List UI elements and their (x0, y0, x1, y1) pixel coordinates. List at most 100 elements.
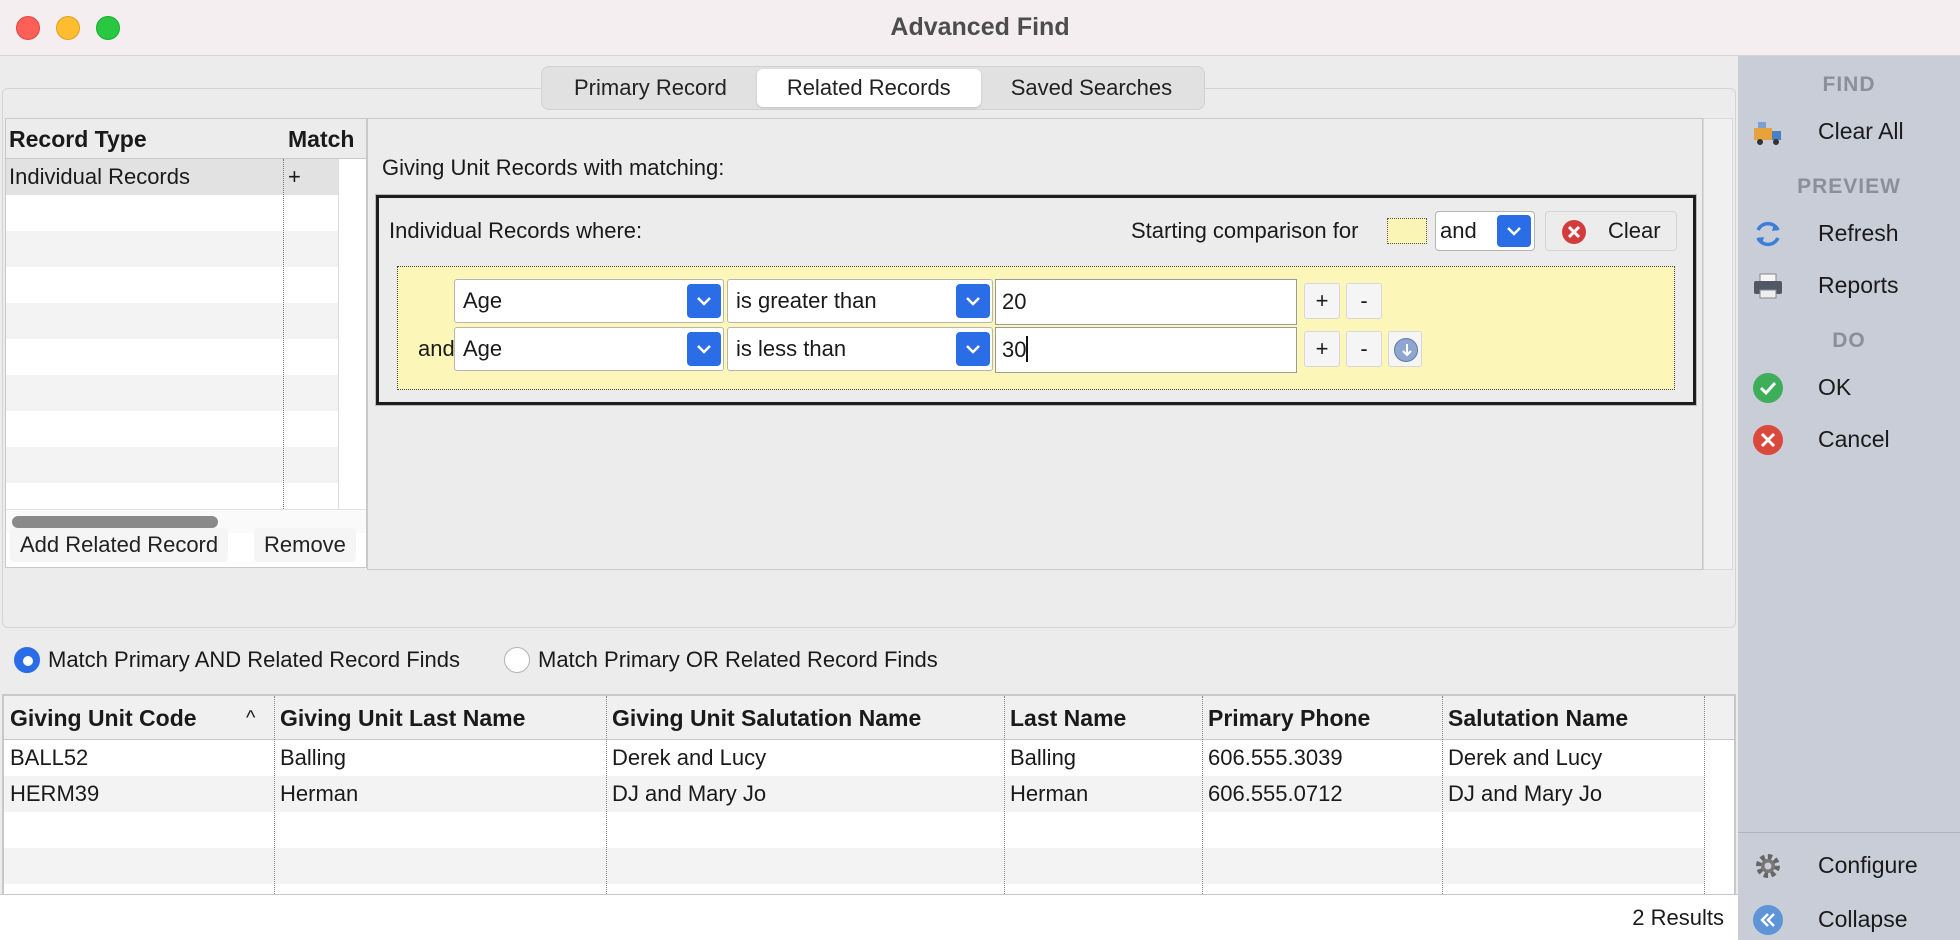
condition-row: and Age is less than 30 + - (398, 327, 1676, 373)
cell: 606.555.3039 (1208, 745, 1343, 770)
do-heading: DO (1832, 329, 1866, 352)
cell: DJ and Mary Jo (612, 781, 767, 806)
column-header[interactable]: Giving Unit Last Name (280, 696, 525, 740)
cell: Derek and Lucy (1448, 745, 1603, 770)
chevron-down-icon[interactable] (1497, 215, 1531, 247)
value-text: 30 (1002, 337, 1027, 362)
criteria-area: Giving Unit Records with matching: Indiv… (367, 118, 1703, 570)
record-match-toggle[interactable]: + (288, 159, 301, 195)
action-sidebar: FIND Clear All PREVIEW Refresh Reports D… (1738, 56, 1960, 940)
match-column-header[interactable]: Match (288, 119, 354, 159)
ok-button[interactable]: OK (1752, 366, 1952, 408)
operator-select[interactable]: is greater than (727, 279, 993, 323)
preview-heading: PREVIEW (1797, 175, 1901, 198)
match-and-radio[interactable]: Match Primary AND Related Record Finds (14, 644, 460, 676)
add-condition-button[interactable]: + (1304, 331, 1340, 367)
empty-row (6, 303, 338, 339)
tab-related-records[interactable]: Related Records (756, 69, 981, 107)
record-type-name: Individual Records (9, 164, 190, 189)
record-type-row[interactable]: Individual Records + (6, 159, 338, 195)
chevron-down-icon[interactable] (956, 284, 990, 318)
configure-label: Configure (1818, 852, 1918, 878)
column-header[interactable]: Primary Phone (1208, 696, 1370, 740)
add-condition-button[interactable]: + (1304, 283, 1340, 319)
vertical-scrollbar[interactable] (1703, 118, 1733, 570)
operator-select[interactable]: is less than (727, 327, 993, 371)
text-caret (1026, 336, 1029, 363)
cancel-label: Cancel (1818, 426, 1890, 452)
results-count: 2 Results (1632, 905, 1724, 930)
record-type-header: Record Type Match (6, 119, 366, 159)
cancel-button[interactable]: Cancel (1752, 418, 1952, 460)
chevron-down-icon[interactable] (687, 284, 721, 318)
column-header[interactable]: Giving Unit Code (10, 696, 197, 740)
collapse-label: Collapse (1818, 906, 1908, 932)
scrollbar-thumb[interactable] (12, 516, 218, 528)
cell: BALL52 (10, 745, 89, 770)
column-header[interactable]: Giving Unit Salutation Name (612, 696, 921, 740)
cell: Balling (1010, 745, 1077, 770)
find-heading: FIND (1822, 73, 1876, 96)
remove-condition-button[interactable]: - (1346, 331, 1382, 367)
match-or-radio[interactable]: Match Primary OR Related Record Finds (504, 644, 938, 676)
operator-value: is greater than (736, 288, 877, 313)
value-input[interactable]: 20 (995, 279, 1297, 325)
empty-row (6, 447, 338, 483)
reports-button[interactable]: Reports (1752, 264, 1952, 306)
results-header: Giving Unit Code ^ Giving Unit Last Name… (4, 696, 1734, 740)
row-conjunction: and (418, 336, 455, 361)
tab-saved-searches[interactable]: Saved Searches (981, 69, 1202, 107)
table-row[interactable]: HERM39 Herman DJ and Mary Jo Herman 606.… (4, 776, 1704, 812)
conjunction-select[interactable]: and (1435, 211, 1535, 251)
highlight-swatch (1387, 218, 1427, 244)
clear-button[interactable]: Clear (1545, 211, 1677, 251)
value-text: 20 (1002, 289, 1027, 314)
column-header[interactable]: Salutation Name (1448, 696, 1628, 740)
remove-condition-button[interactable]: - (1346, 283, 1382, 319)
criteria-group: Individual Records where: Starting compa… (376, 195, 1696, 405)
gear-icon (1756, 854, 1780, 878)
clear-all-label: Clear All (1818, 118, 1904, 144)
tab-bar: Primary Record Related Records Saved Sea… (541, 66, 1206, 110)
radio-indicator[interactable] (504, 647, 530, 673)
column-header[interactable]: Last Name (1010, 696, 1126, 740)
configure-button[interactable]: Configure (1752, 844, 1952, 886)
chevron-down-icon[interactable] (956, 332, 990, 366)
collapse-button[interactable]: Collapse (1752, 898, 1952, 940)
subgroup-button[interactable] (1388, 331, 1422, 367)
field-value: Age (463, 288, 503, 313)
refresh-button[interactable]: Refresh (1752, 212, 1952, 254)
match-or-label: Match Primary OR Related Record Finds (538, 647, 938, 672)
column-divider (283, 159, 284, 509)
empty-row (4, 848, 1704, 884)
clear-all-button[interactable]: Clear All (1752, 110, 1952, 152)
conjunction-value: and (1440, 218, 1477, 243)
printer-icon (1754, 273, 1782, 299)
radio-indicator[interactable] (14, 647, 40, 673)
chevron-down-icon[interactable] (687, 332, 721, 366)
reports-label: Reports (1818, 272, 1899, 298)
field-value: Age (463, 336, 503, 361)
sort-ascending-icon[interactable]: ^ (246, 696, 255, 740)
remove-button[interactable]: Remove (254, 528, 356, 562)
field-select[interactable]: Age (454, 327, 724, 371)
results-footer: 2 Results (0, 894, 1738, 940)
table-row[interactable]: BALL52 Balling Derek and Lucy Balling 60… (4, 740, 1704, 776)
field-select[interactable]: Age (454, 279, 724, 323)
title-bar: Advanced Find (0, 0, 1960, 56)
cell: DJ and Mary Jo (1448, 781, 1603, 806)
cell: Derek and Lucy (612, 745, 767, 770)
add-related-record-button[interactable]: Add Related Record (10, 528, 229, 562)
record-type-column-header[interactable]: Record Type (9, 119, 147, 159)
value-input[interactable]: 30 (995, 327, 1297, 373)
refresh-icon (1756, 221, 1780, 247)
empty-row (6, 375, 338, 411)
operator-value: is less than (736, 336, 847, 361)
condition-row: Age is greater than 20 + - (398, 279, 1676, 325)
sidebar-divider (1738, 832, 1960, 833)
refresh-label: Refresh (1818, 220, 1899, 246)
clear-label: Clear (1608, 218, 1661, 243)
double-chevron-left-icon (1753, 905, 1783, 935)
tab-primary-record[interactable]: Primary Record (544, 69, 757, 107)
cell: 606.555.0712 (1208, 781, 1343, 806)
